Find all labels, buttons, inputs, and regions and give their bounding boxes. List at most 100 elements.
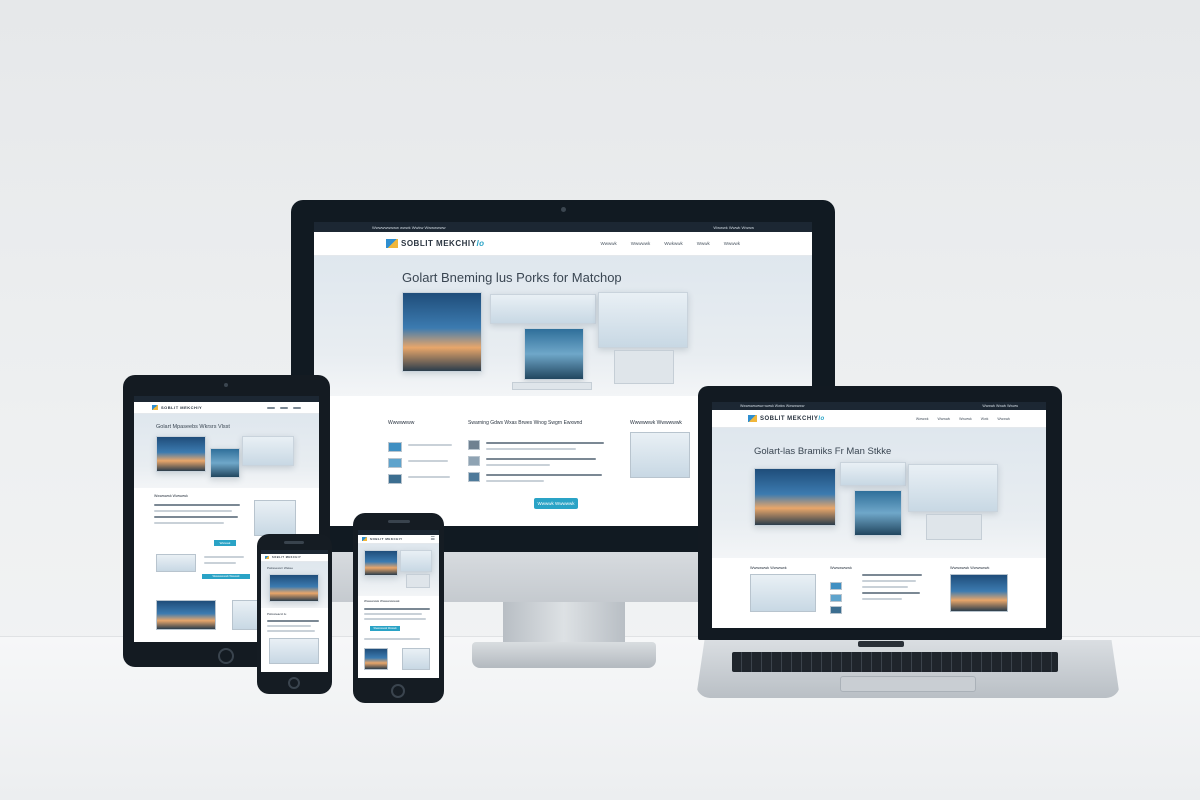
text-line [204, 562, 236, 564]
phone-small-section-heading: Psttsxteacct lu [267, 612, 287, 616]
text-line [364, 608, 430, 610]
feature-icon [388, 458, 402, 468]
monitor-logo-text: SOBLIT MEKCHIY [401, 239, 477, 248]
phone-speaker [284, 541, 304, 544]
text-line [486, 458, 596, 460]
text-line [154, 522, 224, 524]
laptop-logo-accent: lo [818, 415, 825, 422]
tablet-logo[interactable]: SOBLIT MEKCHIY [152, 405, 202, 410]
article-image [156, 600, 216, 630]
laptop-logo[interactable]: SOBLIT MEKCHIY lo [748, 415, 825, 422]
menu-icon[interactable]: ☰ [431, 536, 435, 542]
monitor-col3-heading: Wwwwwwk Wwwwwwk [630, 420, 682, 426]
hero-panel [242, 436, 294, 466]
hero-image [156, 436, 206, 472]
feature-icon [830, 606, 842, 614]
logo-mark-icon [386, 239, 398, 248]
phone-large-hero-title: Wwwwwwk Wwwwwwwwk [364, 599, 400, 603]
monitor-hero-title: Golart Bneming lus Porks for Matchop [402, 270, 622, 285]
phone-large-screen: SOBLIT MEKCHIY ☰ Wwwwwwk Wwwwwwwwk Wwwww… [358, 530, 439, 678]
phone-small-content: Psttsxteacct lu [261, 608, 328, 672]
logo-mark-icon [748, 415, 757, 422]
nav-line[interactable] [280, 406, 288, 409]
feature-icon [468, 472, 480, 482]
hero-stand [926, 514, 982, 540]
phone-large-logo[interactable]: SOBLIT MEKCHIY [362, 537, 403, 541]
laptop-content: Wwwwwwk Wwwwwk Wwwwwwwk Wwwwwwk Wwwwwwk [712, 558, 1046, 628]
laptop-hinge [858, 641, 904, 647]
text-line [364, 618, 426, 620]
phone-small-logo-text: SOBLIT MEKCHIY [272, 556, 302, 559]
hero-image [210, 448, 240, 478]
monitor-cta-button[interactable]: Wwwwk Wwwwwk [534, 498, 578, 509]
feature-icon [830, 594, 842, 602]
monitor-nav-item[interactable]: Wwwk [697, 241, 710, 246]
text-line [154, 516, 238, 518]
tablet-section-heading: Wwwwwwk Wwwwwk [154, 494, 188, 498]
phone-speaker [388, 520, 410, 523]
text-line [862, 592, 920, 594]
text-line [154, 504, 240, 506]
monitor-camera-icon [561, 207, 566, 212]
tablet-secondary-button[interactable]: Wwwwwwwk Wwwwk [202, 574, 250, 579]
text-line [364, 613, 422, 615]
hero-image [402, 292, 482, 372]
laptop-topbar-right[interactable]: Wwwwk Wwwk Wwww [982, 404, 1018, 408]
phone-small-logo[interactable]: SOBLIT MEKCHIY [265, 556, 301, 559]
laptop-screen: Wwwwwwwww wwwk Wwkw Wwwwwww Wwwwk Wwwk W… [712, 402, 1046, 628]
hero-stand [512, 382, 592, 390]
article-image [750, 574, 816, 612]
monitor-nav-item[interactable]: Wwkwwk [664, 241, 683, 246]
hero-image [364, 550, 398, 576]
laptop-topbar: Wwwwwwwww wwwk Wwkw Wwwwwww Wwwwk Wwwk W… [712, 402, 1046, 410]
hero-stand [406, 574, 430, 588]
article-image [950, 574, 1008, 612]
article-image [630, 432, 690, 478]
text-line [862, 598, 902, 600]
monitor-nav-item[interactable]: Wwwwwk [631, 241, 651, 246]
tablet-cta-button[interactable]: Wwwwk [214, 540, 236, 546]
laptop-col1-heading: Wwwwwwk Wwwwwk [750, 566, 787, 570]
logo-mark-icon [152, 405, 158, 410]
monitor-nav-item[interactable]: Wwwwk [601, 241, 617, 246]
text-line [408, 476, 450, 478]
hero-stand [614, 350, 674, 384]
text-line [486, 448, 576, 450]
laptop-nav-item[interactable]: Wwwwk [959, 417, 972, 421]
feature-icon [468, 456, 480, 466]
laptop-topbar-left: Wwwwwwwww wwwk Wwkw Wwwwwww [740, 404, 805, 408]
tablet-home-button[interactable] [218, 648, 234, 664]
phone-large-navbar: SOBLIT MEKCHIY ☰ [358, 535, 439, 544]
nav-line[interactable] [293, 406, 301, 409]
laptop-nav-item[interactable]: Wwwwk [997, 417, 1010, 421]
text-line [267, 625, 311, 627]
phone-small-screen: SOBLIT MEKCHIY Pwkssewsrr Wskee Psttsxte… [261, 550, 328, 672]
laptop-hero: Golart-las Bramiks Fr Man Stkke [712, 428, 1046, 558]
phone-large-hero [358, 544, 439, 596]
monitor-logo[interactable]: SOBLIT MEKCHIY lo [386, 239, 485, 248]
monitor-nav-item[interactable]: Wwwwk [724, 241, 740, 246]
monitor-topbar-right[interactable]: Wwwwk Wwwk Wwww [713, 225, 754, 230]
text-line [486, 442, 604, 444]
tablet-logo-text: SOBLIT MEKCHIY [161, 405, 203, 410]
hero-image [269, 574, 319, 602]
laptop-nav-item[interactable]: Wwwwk [937, 417, 950, 421]
tablet-hero-title: Golart Mpaseebs Wkrsrs Vlsst [156, 424, 230, 430]
laptop-touchpad [840, 676, 976, 692]
laptop-nav-item[interactable]: Wwk [981, 417, 989, 421]
phone-large-home-button[interactable] [391, 684, 405, 698]
text-line [862, 586, 908, 588]
article-image [254, 500, 296, 536]
laptop-nav-item[interactable]: Wwwwk [916, 417, 929, 421]
feature-icon [388, 474, 402, 484]
phone-large-cta-button[interactable]: Wwwwwwwk Wwwwk [370, 626, 400, 631]
article-image [269, 638, 319, 664]
nav-line[interactable] [267, 406, 275, 409]
phone-large-logo-text: SOBLIT MEKCHIY [370, 537, 403, 541]
monitor-topbar-left: Wwwwwwwww wwwk Wwkw Wwwwwww [372, 224, 446, 230]
text-line [862, 580, 916, 582]
feature-icon [388, 442, 402, 452]
feature-icon [830, 582, 842, 590]
phone-small-home-button[interactable] [288, 677, 300, 689]
phone-large-content: Wwwwwwk Wwwwwwwwk Wwwwwwwk Wwwwk [358, 596, 439, 678]
